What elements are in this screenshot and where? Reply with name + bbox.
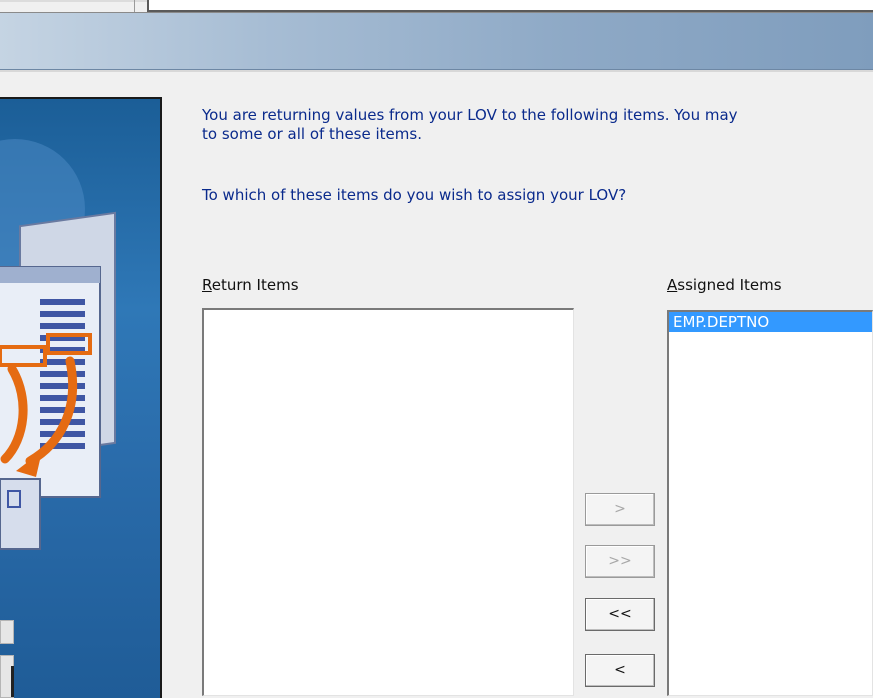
return-items-mnemonic: R (202, 276, 212, 294)
remove-one-label: < (614, 662, 626, 678)
add-all-button[interactable]: >> (585, 545, 655, 578)
assigned-items-mnemonic: A (667, 276, 678, 294)
add-one-label: > (614, 501, 626, 517)
wizard-artwork-icon (0, 139, 116, 550)
assigned-items-label: Assigned Items (667, 276, 782, 294)
header-divider (0, 70, 873, 72)
assigned-items-label-text: ssigned Items (677, 276, 782, 294)
wizard-header-banner (0, 13, 873, 70)
left-edge-control-lower (0, 655, 14, 698)
instruction-line-1: You are returning values from your LOV t… (202, 106, 738, 124)
remove-one-button[interactable]: < (585, 654, 655, 687)
left-edge-control (0, 620, 14, 644)
top-edge (0, 0, 873, 13)
return-items-listbox[interactable] (202, 308, 574, 696)
return-items-label-text: eturn Items (211, 276, 299, 294)
question-text: To which of these items do you wish to a… (202, 186, 627, 204)
top-divider (134, 0, 135, 12)
remove-all-label: << (608, 606, 632, 622)
add-all-label: >> (608, 553, 632, 569)
assigned-items-listbox[interactable]: EMP.DEPTNO (667, 310, 873, 696)
list-item[interactable]: EMP.DEPTNO (669, 312, 872, 332)
instruction-text: You are returning values from your LOV t… (202, 106, 873, 144)
add-one-button[interactable]: > (585, 493, 655, 526)
top-field-edge (147, 0, 873, 12)
instruction-line-2: to some or all of these items. (202, 125, 422, 143)
wizard-illustration (0, 97, 162, 698)
remove-all-button[interactable]: << (585, 598, 655, 631)
return-items-label: Return Items (202, 276, 299, 294)
